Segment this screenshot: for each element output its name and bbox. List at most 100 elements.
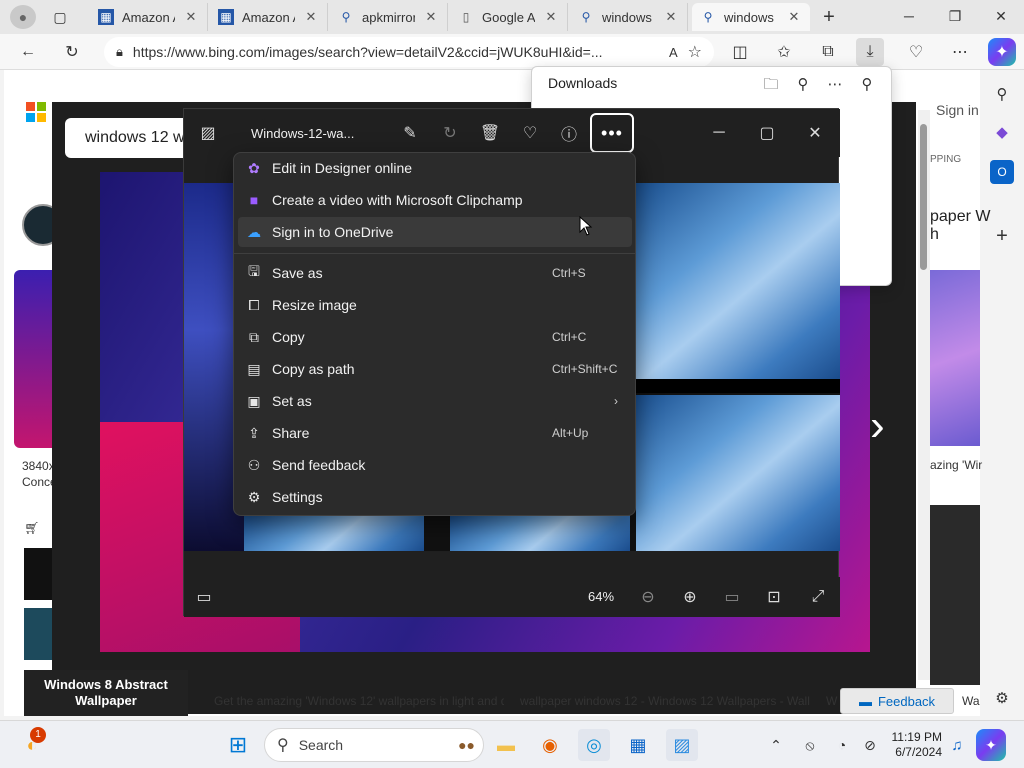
result-title-right[interactable]: paper W h (930, 208, 990, 244)
feedback-button[interactable]: ▬ Feedback (840, 688, 954, 714)
browser-toolbar: ← ↻ 🔒︎ https://www.bing.com/images/searc… (0, 34, 1024, 70)
show-hidden-icons-icon[interactable]: ⌃ (764, 729, 788, 761)
result-thumbnail-left-3[interactable] (24, 608, 54, 660)
menu-item-copy-as-path[interactable]: ▤ Copy as path Ctrl+Shift+C (238, 354, 632, 384)
tab-amazon-2[interactable]: ▦ Amazon A ✕ (210, 3, 328, 31)
read-aloud-icon[interactable]: A (669, 45, 678, 60)
microsoft-store-icon[interactable]: ▦ (622, 729, 654, 761)
result-thumbnail-right[interactable] (930, 270, 980, 446)
zoom-in-icon[interactable]: ⊕ (674, 583, 706, 611)
menu-item-settings[interactable]: ⚙ Settings (238, 482, 632, 512)
menu-item-send-feedback[interactable]: ⚇ Send feedback (238, 450, 632, 480)
overlay-scrollbar[interactable] (918, 110, 930, 680)
result-thumbnail-left-2[interactable] (24, 548, 54, 600)
clock[interactable]: 11:19 PM 6/7/2024 (886, 730, 942, 760)
tab-actions-icon[interactable]: ▢ (48, 6, 72, 28)
pin-icon[interactable]: ⚲ (856, 73, 878, 95)
collections-icon[interactable]: ⧉ (814, 38, 842, 66)
close-tab-icon[interactable]: ✕ (303, 9, 319, 25)
next-image-arrow-icon[interactable]: › (870, 404, 885, 448)
close-window-icon[interactable]: ✕ (978, 0, 1024, 32)
volume-icon[interactable]: ⊘ (858, 729, 882, 761)
taskbar-search[interactable]: ⚲ Search ●● (264, 728, 484, 762)
close-tab-icon[interactable]: ✕ (543, 9, 559, 25)
menu-item-clipchamp[interactable]: ■ Create a video with Microsoft Clipcham… (238, 185, 632, 215)
downloads-icon[interactable]: ⤓ (856, 38, 884, 66)
menu-item-share[interactable]: ⇪ Share Alt+Up (238, 418, 632, 448)
scrollbar-thumb[interactable] (920, 124, 927, 270)
sidebar-copilot-icon[interactable]: ◆ (990, 120, 1014, 144)
photos-minimize-icon[interactable]: ─ (703, 119, 735, 147)
sidebar-add-icon[interactable]: + (990, 224, 1014, 248)
split-screen-icon[interactable]: ◫ (726, 38, 754, 66)
edge-icon[interactable]: ◎ (578, 729, 610, 761)
photos-maximize-icon[interactable]: ▢ (751, 119, 783, 147)
back-icon[interactable]: ← (14, 38, 42, 66)
copilot-taskbar-icon[interactable]: ✦ (976, 729, 1006, 761)
close-tab-icon[interactable]: ✕ (183, 9, 199, 25)
network-icon[interactable]: ⦸ (798, 729, 822, 761)
rotate-icon[interactable]: ↻ (434, 119, 466, 147)
favorite-heart-icon[interactable]: ♡ (514, 119, 546, 147)
outlook-icon[interactable]: O (990, 160, 1014, 184)
menu-item-copy[interactable]: ⧉ Copy Ctrl+C (238, 322, 632, 352)
close-tab-icon[interactable]: ✕ (423, 9, 439, 25)
more-options-icon[interactable]: ⋯ (824, 73, 846, 95)
bottom-caption-3[interactable]: W (826, 694, 838, 708)
open-folder-icon[interactable]: 🗀︎ (760, 73, 782, 95)
tab-google[interactable]: ▯ Google A ✕ (450, 3, 568, 31)
fit-to-window-icon[interactable]: ▭ (716, 583, 748, 611)
notifications-bell-icon[interactable]: ♫ (946, 729, 968, 761)
menu-item-onedrive[interactable]: ☁ Sign in to OneDrive (238, 217, 632, 247)
gallery-icon[interactable]: ▨ (192, 119, 224, 147)
photos-app-icon[interactable]: ▨ (666, 729, 698, 761)
tile-caption[interactable]: Windows 8 Abstract Wallpaper (24, 670, 188, 716)
result-caption-right[interactable]: azing 'Wir (930, 458, 982, 472)
bing-search-input[interactable]: windows 12 w (65, 118, 195, 158)
file-explorer-icon[interactable]: ▬ (490, 729, 522, 761)
copilot-icon[interactable]: ✦ (988, 38, 1016, 66)
sidebar-search-icon[interactable]: ⚲ (990, 82, 1014, 106)
result-thumbnail-left[interactable] (14, 270, 54, 448)
search-downloads-icon[interactable]: ⚲ (792, 73, 814, 95)
menu-item-edit-designer[interactable]: ✿ Edit in Designer online (238, 153, 632, 183)
tab-apkmirror[interactable]: ⚲ apkmirror ✕ (330, 3, 448, 31)
tab-amazon-1[interactable]: ▦ Amazon A ✕ (90, 3, 208, 31)
tab-windows-1[interactable]: ⚲ windows ✕ (570, 3, 688, 31)
refresh-icon[interactable]: ↻ (58, 38, 86, 66)
profile-avatar-icon[interactable]: ● (10, 5, 36, 29)
photos-close-icon[interactable]: ✕ (799, 119, 831, 147)
filmstrip-icon[interactable]: ▭ (188, 583, 220, 611)
wifi-icon[interactable]: ◔ (830, 729, 854, 761)
bottom-caption-2[interactable]: wallpaper windows 12 - Windows 12 Wallpa… (520, 694, 810, 708)
firefox-icon[interactable]: ◉ (534, 729, 566, 761)
browser-essentials-icon[interactable]: ♡ (902, 38, 930, 66)
sidebar-settings-icon[interactable]: ⚙ (990, 686, 1014, 710)
actual-size-icon[interactable]: ⊡ (758, 583, 790, 611)
fullscreen-icon[interactable]: ⤢ (802, 583, 834, 611)
zoom-out-icon[interactable]: ⊖ (632, 583, 664, 611)
edit-image-icon[interactable]: ✎ (394, 119, 426, 147)
menu-item-save-as[interactable]: 🖫︎ Save as Ctrl+S (238, 258, 632, 288)
menu-item-resize-image[interactable]: ⧠ Resize image (238, 290, 632, 320)
info-icon[interactable]: ⓘ (553, 119, 585, 147)
favorites-icon[interactable]: ✩ (770, 38, 798, 66)
address-bar[interactable]: 🔒︎ https://www.bing.com/images/search?vi… (104, 37, 714, 67)
close-tab-icon[interactable]: ✕ (663, 9, 679, 25)
minimize-icon[interactable]: ─ (886, 0, 932, 32)
bottom-caption-1[interactable]: Get the amazing 'Windows 12' wallpapers … (214, 694, 504, 708)
result-thumbnail-right-2[interactable] (930, 505, 980, 685)
more-options-button[interactable]: ••• (590, 113, 634, 153)
start-windows-icon[interactable]: ⊞ (222, 729, 254, 761)
zoom-level[interactable]: 64% (588, 589, 614, 604)
favorite-star-icon[interactable]: ☆ (688, 42, 702, 62)
sign-in-link[interactable]: Sign in (936, 102, 979, 118)
menu-item-set-as[interactable]: ▣ Set as › (238, 386, 632, 416)
restore-icon[interactable]: ❐ (932, 0, 978, 32)
close-tab-icon[interactable]: ✕ (786, 9, 802, 25)
delete-icon[interactable]: 🗑︎ (474, 119, 506, 147)
settings-more-icon[interactable]: ⋯ (946, 38, 974, 66)
bottom-caption-4[interactable]: Wa (962, 694, 980, 708)
new-tab-icon[interactable]: + (816, 5, 842, 29)
tab-windows-active[interactable]: ⚲ windows ✕ (692, 3, 810, 31)
